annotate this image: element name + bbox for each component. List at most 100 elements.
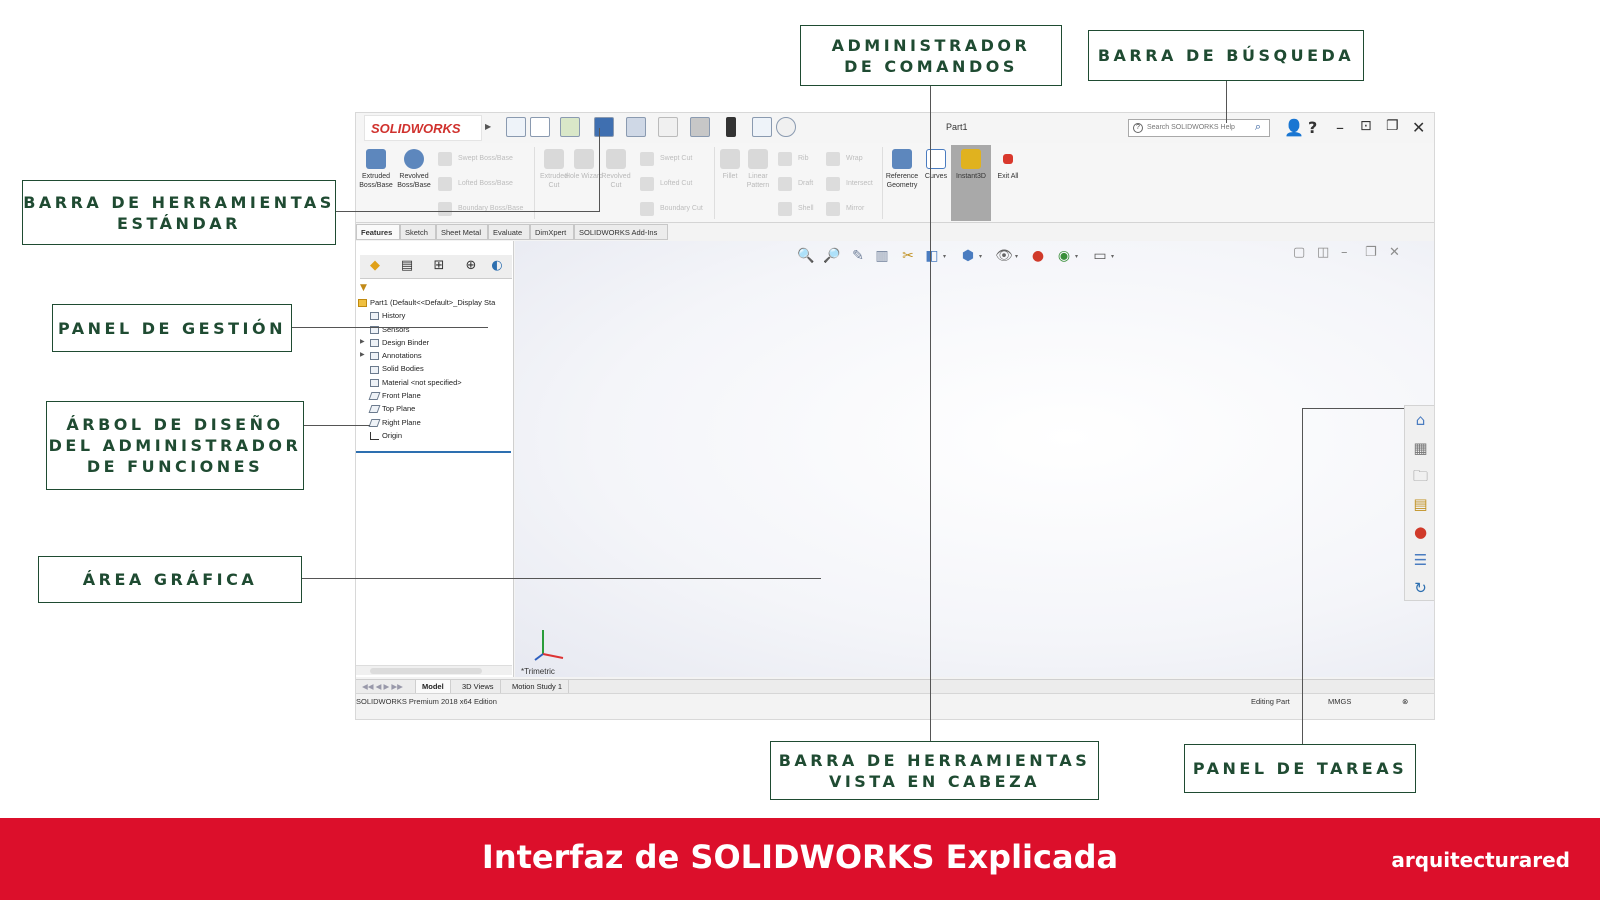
tree-item-origin[interactable]: Origin [358,429,514,442]
rebuild-icon[interactable] [726,117,736,137]
undo-icon[interactable] [658,117,678,137]
options-gear-icon[interactable] [776,117,796,137]
dropdown-arrow-icon[interactable]: ▾ [1015,253,1018,260]
instant3d-button[interactable]: Instant3D [951,149,991,181]
tab-sketch[interactable]: Sketch [400,224,436,240]
mirror-button[interactable]: Mirror [826,202,864,216]
tab-evaluate[interactable]: Evaluate [488,224,530,240]
tab-features[interactable]: Features [356,224,400,240]
dropdown-arrow-icon[interactable]: ▾ [943,253,946,260]
tree-item-right-plane[interactable]: Right Plane [358,416,514,429]
swept-boss-button[interactable]: Swept Boss/Base [438,152,513,166]
viewport-restore-icon[interactable]: ❐ [1365,245,1377,260]
restore-icon[interactable]: ❐ [1386,118,1399,134]
feature-manager-tab-icon[interactable]: ◆ [364,258,386,276]
tab-3d-views[interactable]: 3D Views [456,680,501,694]
new-document-icon[interactable] [530,117,550,137]
pin-icon[interactable]: ⊡ [1360,118,1372,134]
section-view-icon[interactable]: ▥ [873,247,891,265]
dropdown-arrow-icon[interactable]: ▾ [979,253,982,260]
tree-item-sensors[interactable]: Sensors [358,323,514,336]
expand-arrow-icon[interactable]: ▶ [360,336,365,349]
intersect-button[interactable]: Intersect [826,177,873,191]
print-icon[interactable] [626,117,646,137]
search-icon[interactable]: ⌕ [1255,121,1261,134]
minimize-icon[interactable]: – [1336,118,1344,137]
boundary-cut-button[interactable]: Boundary Cut [640,202,703,216]
search-input[interactable]: ? Search SOLIDWORKS Help ⌕ [1128,119,1270,137]
flyout-arrow-icon[interactable]: ▶ [485,122,491,131]
rib-button[interactable]: Rib [778,152,809,166]
open-icon[interactable] [560,117,580,137]
tree-item-history[interactable]: History [358,309,514,322]
revolved-boss-button[interactable]: Revolved Boss/Base [394,149,434,190]
tab-solidworks-add-ins[interactable]: SOLIDWORKS Add-Ins [574,224,668,240]
file-properties-icon[interactable] [752,117,772,137]
solidworks-logo[interactable]: SOLIDWORKS [364,115,482,141]
help-icon[interactable]: ? [1308,118,1317,137]
viewport-close-icon[interactable]: ✕ [1389,245,1400,260]
hide-show-items-icon[interactable]: 👁 [995,247,1013,265]
extruded-boss-button[interactable]: Extruded Boss/Base [356,149,396,190]
tree-item-annotations[interactable]: ▶ Annotations [358,349,514,362]
expand-arrow-icon[interactable]: ▶ [360,349,365,362]
swept-cut-button[interactable]: Swept Cut [640,152,692,166]
linear-pattern-button[interactable]: Linear Pattern [738,149,778,190]
dropdown-arrow-icon[interactable]: ▾ [1111,253,1114,260]
user-icon[interactable]: 👤 [1284,118,1304,137]
horizontal-scrollbar[interactable] [356,665,512,675]
tree-item-front-plane[interactable]: Front Plane [358,389,514,402]
dropdown-arrow-icon[interactable]: ▾ [1075,253,1078,260]
tree-item-solid-bodies[interactable]: Solid Bodies [358,362,514,375]
filter-icon[interactable]: ▼ [360,283,367,293]
view-orientation-icon[interactable]: ◧ [923,247,941,265]
rollback-bar[interactable] [356,451,511,453]
viewport-single-icon[interactable]: ▢ [1293,245,1305,260]
units-selector[interactable]: MMGS [1328,697,1351,706]
view-settings-icon[interactable]: ▭ [1091,247,1109,265]
tab-motion-study[interactable]: Motion Study 1 [506,680,570,694]
wrap-button[interactable]: Wrap [826,152,863,166]
tree-root-part[interactable]: Part1 (Default<<Default>_Display Sta [358,296,514,309]
tree-item-material[interactable]: Material <not specified> [358,376,514,389]
revolved-cut-button[interactable]: Revolved Cut [596,149,636,190]
tree-item-design-binder[interactable]: ▶ Design Binder [358,336,514,349]
home-icon[interactable] [506,117,526,137]
view-palette-icon[interactable]: ▤ [1410,494,1431,515]
viewport-split-icon[interactable]: ◫ [1317,245,1329,260]
solidworks-resources-icon[interactable]: ⌂ [1410,410,1431,431]
lofted-cut-button[interactable]: Lofted Cut [640,177,692,191]
solidworks-forum-icon[interactable]: ↻ [1410,578,1431,599]
tab-dimxpert[interactable]: DimXpert [530,224,574,240]
zoom-to-area-icon[interactable]: 🔎 [823,247,841,265]
file-explorer-icon[interactable]: 🗀 [1410,466,1431,487]
display-manager-tab-icon[interactable]: ◐ [486,258,508,276]
scrollbar-thumb[interactable] [370,668,482,674]
graphics-area[interactable]: 🔍 🔎 ✎ ▥ ✂ ◧ ▾ ⬢ ▾ 👁 ▾ ● ◉ ▾ ▭ ▾ ▢ ◫ – ❐ … [515,241,1434,677]
custom-properties-icon[interactable]: ☰ [1410,550,1431,571]
property-manager-tab-icon[interactable]: ▤ [396,258,418,276]
apply-scene-icon[interactable]: ◉ [1055,247,1073,265]
dimxpert-manager-tab-icon[interactable]: ⊕ [460,258,482,276]
close-icon[interactable]: ✕ [1412,118,1425,137]
shell-button[interactable]: Shell [778,202,814,216]
lofted-boss-button[interactable]: Lofted Boss/Base [438,177,513,191]
customize-statusbar-icon[interactable]: ⊗ [1402,697,1408,706]
tab-model[interactable]: Model [416,680,451,694]
select-icon[interactable] [690,117,710,137]
tab-scroll-arrows-icon[interactable]: ◀◀ ◀ ▶ ▶▶ [356,680,416,694]
save-icon[interactable] [594,117,614,137]
dynamic-annotation-icon[interactable]: ✂ [899,247,917,265]
tab-sheet-metal[interactable]: Sheet Metal [436,224,488,240]
viewport-minimize-icon[interactable]: – [1341,245,1348,260]
curves-button[interactable]: Curves [916,149,956,181]
display-style-icon[interactable]: ⬢ [959,247,977,265]
exit-all-button[interactable]: Exit All [988,149,1028,181]
zoom-to-fit-icon[interactable]: 🔍 [797,247,815,265]
brand-logo[interactable]: arquitecturared [1391,848,1570,872]
previous-view-icon[interactable]: ✎ [849,247,867,265]
draft-button[interactable]: Draft [778,177,813,191]
edit-appearance-icon[interactable]: ● [1029,247,1047,265]
configuration-manager-tab-icon[interactable]: ⊞ [428,258,450,276]
tree-item-top-plane[interactable]: Top Plane [358,402,514,415]
